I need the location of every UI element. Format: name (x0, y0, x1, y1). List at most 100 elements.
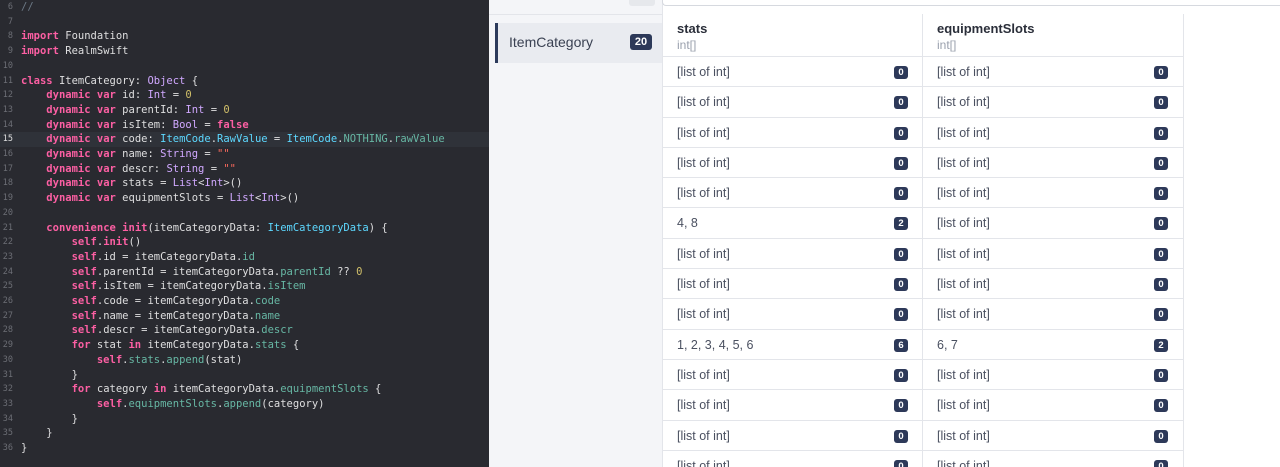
code-line[interactable]: 6 // (0, 0, 489, 15)
list-count-badge: 0 (1154, 156, 1168, 170)
code-line[interactable]: 9 import RealmSwift (0, 44, 489, 59)
sidebar-item-itemcategory[interactable]: ItemCategory 20 (495, 23, 662, 63)
table-cell[interactable]: [list of int] 0 (663, 148, 923, 179)
code-token: var (96, 192, 116, 205)
code-line[interactable]: 30 self.stats.append(stat) (0, 353, 489, 368)
code-line[interactable]: 15 dynamic var code: ItemCode.RawValue =… (0, 132, 489, 147)
list-count-badge: 0 (1154, 399, 1168, 413)
table-cell[interactable]: [list of int] 0 (923, 239, 1183, 270)
code-line[interactable]: 23 self.id = itemCategoryData.id (0, 250, 489, 265)
code-line[interactable]: 14 dynamic var isItem: Bool = false (0, 118, 489, 133)
table-cell[interactable]: [list of int] 0 (923, 208, 1183, 239)
list-count-badge: 0 (1154, 96, 1168, 110)
code-line[interactable]: 35 } (0, 426, 489, 441)
code-line[interactable]: 20 (0, 206, 489, 221)
query-bar[interactable] (662, 0, 1280, 6)
code-token: } (21, 442, 28, 454)
code-line[interactable]: 11 class ItemCategory: Object { (0, 74, 489, 89)
code-token: .id = itemCategoryData. (96, 250, 243, 263)
table-cell[interactable]: [list of int] 0 (923, 299, 1183, 330)
code-line[interactable]: 12 dynamic var id: Int = 0 (0, 88, 489, 103)
code-token: parentId (280, 265, 331, 278)
table-cell[interactable]: [list of int] 0 (663, 421, 923, 451)
column-header[interactable]: stats int[] (663, 14, 923, 57)
code-line[interactable]: 27 self.name = itemCategoryData.name (0, 309, 489, 324)
cell-value: [list of int] (677, 367, 730, 382)
column-header[interactable]: equipmentSlots int[] (923, 14, 1183, 57)
code-line[interactable]: 17 dynamic var descr: String = "" (0, 162, 489, 177)
code-line[interactable]: 24 self.parentId = itemCategoryData.pare… (0, 265, 489, 280)
table-cell[interactable]: [list of int] 0 (663, 269, 923, 300)
table-cell[interactable]: 4, 8 2 (663, 208, 923, 239)
code-line[interactable]: 7 (0, 15, 489, 30)
table-cell[interactable]: [list of int] 0 (923, 360, 1183, 391)
code-token: append (166, 353, 205, 366)
table-cell[interactable]: [list of int] 0 (663, 87, 923, 118)
code-line[interactable]: 32 for category in itemCategoryData.equi… (0, 382, 489, 397)
code-line[interactable]: 36} (0, 441, 489, 456)
cell-value: 1, 2, 3, 4, 5, 6 (677, 337, 754, 352)
code-line[interactable]: 28 self.descr = itemCategoryData.descr (0, 323, 489, 338)
code-line[interactable]: 31 } (0, 368, 489, 383)
table-cell[interactable]: [list of int] 0 (923, 421, 1183, 451)
table-cell[interactable]: [list of int] 0 (663, 451, 923, 467)
cell-value: [list of int] (677, 458, 730, 467)
list-count-badge: 0 (894, 308, 908, 322)
cell-value: [list of int] (937, 246, 990, 261)
code-line[interactable]: 21 convenience init(itemCategoryData: It… (0, 221, 489, 236)
table-cell[interactable]: [list of int] 0 (663, 57, 923, 88)
line-number: 16 (2, 149, 13, 159)
code-editor[interactable]: 6 // 7 8 import Foundation 9 import RealmSwift… (0, 0, 489, 467)
code-token: rawValue (394, 133, 445, 146)
code-text: self.id = itemCategoryData.id (21, 250, 255, 265)
cell-value: [list of int] (937, 216, 990, 231)
cell-value: [list of int] (677, 65, 730, 79)
code-line[interactable]: 25 self.isItem = itemCategoryData.isItem (0, 279, 489, 294)
cell-value: [list of int] (937, 398, 990, 413)
table-cell[interactable]: 6, 7 2 (923, 330, 1183, 360)
code-line[interactable]: 8 import Foundation (0, 29, 489, 44)
code-token: self (96, 397, 123, 410)
table-cell[interactable]: [list of int] 0 (663, 239, 923, 270)
code-token: List (229, 192, 255, 205)
table-cell[interactable]: [list of int] 0 (923, 87, 1183, 118)
list-count-badge: 0 (894, 429, 908, 443)
code-token: import (21, 30, 59, 43)
code-token: var (96, 162, 116, 175)
table-cell[interactable]: [list of int] 0 (923, 148, 1183, 179)
code-line[interactable]: 19 dynamic var equipmentSlots = List<Int… (0, 191, 489, 206)
code-token: 0 (356, 265, 363, 278)
code-token: ) { (368, 221, 388, 234)
cell-value: [list of int] (937, 307, 990, 322)
table-cell[interactable]: [list of int] 0 (923, 118, 1183, 148)
table-cell[interactable]: [list of int] 0 (923, 269, 1183, 300)
code-line[interactable]: 33 self.equipmentSlots.append(category) (0, 397, 489, 412)
table-cell[interactable]: 1, 2, 3, 4, 5, 6 6 (663, 330, 923, 360)
table-cell[interactable]: [list of int] 0 (663, 390, 923, 421)
sidebar-toolbar-control[interactable] (629, 0, 655, 6)
code-line[interactable]: 26 self.code = itemCategoryData.code (0, 294, 489, 309)
code-line[interactable]: 16 dynamic var name: String = "" (0, 147, 489, 162)
code-line[interactable]: 22 self.init() (0, 235, 489, 250)
table-cell[interactable]: [list of int] 0 (663, 118, 923, 148)
code-token: descr (261, 324, 293, 337)
code-line[interactable]: 10 (0, 59, 489, 74)
table-cell[interactable]: [list of int] 0 (663, 360, 923, 391)
code-line[interactable]: 29 for stat in itemCategoryData.stats { (0, 338, 489, 353)
table-cell[interactable]: [list of int] 0 (923, 451, 1183, 467)
cell-value: [list of int] (937, 186, 990, 201)
code-token: self (71, 265, 97, 278)
table-cell[interactable]: [list of int] 0 (923, 57, 1183, 88)
list-count-badge: 0 (1154, 247, 1168, 261)
code-line[interactable]: 13 dynamic var parentId: Int = 0 (0, 103, 489, 118)
table-cell[interactable]: [list of int] 0 (923, 178, 1183, 209)
code-line[interactable]: 34 } (0, 412, 489, 427)
code-text: dynamic var descr: String = "" (21, 162, 236, 177)
table-cell[interactable]: [list of int] 0 (923, 390, 1183, 421)
cell-value: [list of int] (677, 155, 730, 170)
table-cell[interactable]: [list of int] 0 (663, 299, 923, 330)
code-token: String (160, 148, 199, 160)
code-line[interactable]: 18 dynamic var stats = List<Int>() (0, 176, 489, 191)
table-cell[interactable]: [list of int] 0 (663, 178, 923, 209)
